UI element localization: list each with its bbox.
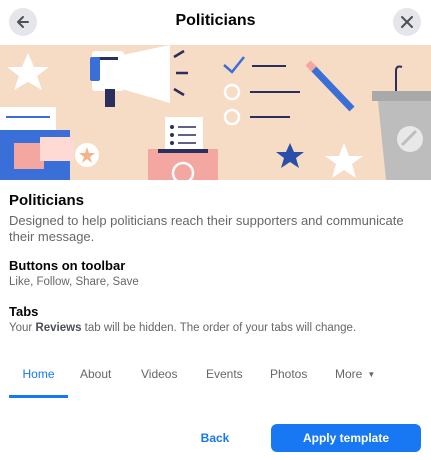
template-banner xyxy=(0,45,431,180)
template-title: Politicians xyxy=(9,192,85,209)
tab-more-label: More xyxy=(335,367,363,381)
tabs-note-suffix: tab will be hidden. The order of your ta… xyxy=(81,322,357,334)
dialog-header: Politicians xyxy=(0,0,431,45)
tabs-heading: Tabs xyxy=(9,304,39,319)
close-icon xyxy=(401,16,413,28)
politics-illustration xyxy=(0,45,431,180)
tabs-note: Your Reviews tab will be hidden. The ord… xyxy=(9,322,356,334)
toolbar-buttons-list: Like, Follow, Share, Save xyxy=(9,276,139,288)
close-button[interactable] xyxy=(393,8,421,36)
tab-events[interactable]: Events xyxy=(206,357,243,398)
tab-home[interactable]: Home xyxy=(9,357,68,398)
template-description: Designed to help politicians reach their… xyxy=(9,213,404,244)
dialog-title: Politicians xyxy=(175,12,256,29)
back-link-button[interactable]: Back xyxy=(180,424,250,452)
caret-down-icon: ▼ xyxy=(367,370,376,379)
tab-videos[interactable]: Videos xyxy=(141,357,177,398)
apply-template-button[interactable]: Apply template xyxy=(271,424,421,452)
tab-more[interactable]: More ▼ xyxy=(335,357,375,398)
tab-about[interactable]: About xyxy=(80,357,111,398)
tab-photos[interactable]: Photos xyxy=(270,357,307,398)
tabs-note-reviews: Reviews xyxy=(35,322,82,334)
tabs-note-prefix: Your xyxy=(9,322,36,334)
toolbar-buttons-heading: Buttons on toolbar xyxy=(9,258,126,273)
tab-bar: Home About Videos Events Photos More ▼ xyxy=(9,357,421,398)
